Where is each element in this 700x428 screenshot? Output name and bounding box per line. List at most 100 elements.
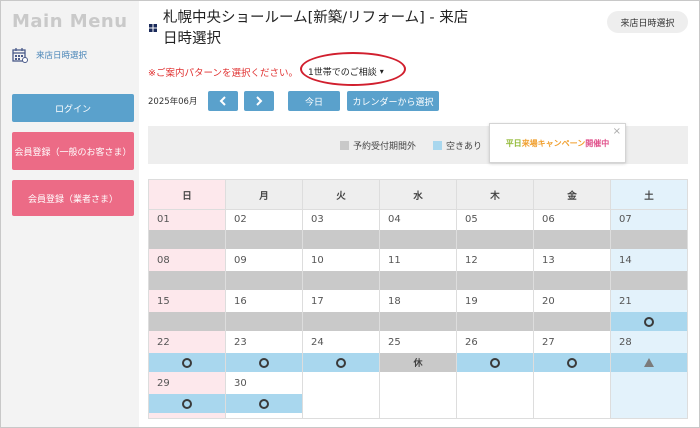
unavailable-slot <box>149 230 225 249</box>
calendar-day-cell: 03 <box>302 209 380 251</box>
unavailable-slot <box>380 271 456 290</box>
calendar-table: 日月火水木金土 01 02 03 04 05 06 07 08 09 10 11 12 13 14 15 16… <box>148 179 688 419</box>
available-slot[interactable] <box>534 353 610 372</box>
calendar-pick-button[interactable]: カレンダーから選択 <box>347 91 439 111</box>
legend-outside-label: 予約受付期間外 <box>353 142 417 152</box>
calendar-day-cell[interactable]: 23 <box>225 333 303 374</box>
available-slot[interactable] <box>149 353 225 372</box>
unavailable-slot <box>457 312 533 331</box>
calendar-day-cell <box>610 374 688 419</box>
calendar-day-cell[interactable]: 27 <box>533 333 611 374</box>
day-number <box>303 374 379 394</box>
calendar-day-cell: 13 <box>533 251 611 292</box>
day-number: 18 <box>388 296 401 307</box>
circle-icon <box>336 357 346 368</box>
day-number: 06 <box>542 214 555 225</box>
calendar-day-cell: 15 <box>148 292 226 333</box>
available-slot[interactable] <box>611 353 687 372</box>
day-number: 03 <box>311 214 324 225</box>
calendar-day-cell[interactable]: 30 <box>225 374 303 419</box>
prev-month-button[interactable] <box>208 91 238 111</box>
sidebar-item-reserve[interactable]: 来店日時選択 <box>12 47 87 63</box>
available-slot[interactable] <box>611 312 687 331</box>
login-button[interactable]: ログイン <box>12 94 134 122</box>
weekday-header: 土 <box>610 179 688 210</box>
weekday-header: 火 <box>302 179 380 210</box>
unavailable-slot <box>611 230 687 249</box>
day-number: 11 <box>388 255 401 266</box>
campaign-popup[interactable]: 平日 来場キャンペーン 開催中 × <box>489 123 626 163</box>
calendar-day-cell[interactable]: 21 <box>610 292 688 333</box>
calendar-day-cell[interactable]: 29 <box>148 374 226 419</box>
circle-icon <box>182 357 192 368</box>
sidebar-title: Main Menu <box>12 11 128 32</box>
unavailable-slot <box>534 271 610 290</box>
weekday-header: 日 <box>148 179 226 210</box>
calendar-day-cell: 11 <box>379 251 457 292</box>
status-badge: 来店日時選択 <box>607 11 688 33</box>
page-title: 札幌中央ショールーム[新築/リフォーム] - 来店日時選択 <box>163 10 469 47</box>
unavailable-slot <box>226 312 302 331</box>
calendar-day-cell: 01 <box>148 209 226 251</box>
calendar-day-cell[interactable]: 22 <box>148 333 226 374</box>
weekday-header: 月 <box>225 179 303 210</box>
business-register-button[interactable]: 会員登録（業者さま） <box>12 180 134 216</box>
today-button[interactable]: 今日 <box>288 91 340 111</box>
calendar-day-cell: 14 <box>610 251 688 292</box>
calendar-week-row: 01 02 03 04 05 06 07 <box>148 209 688 251</box>
calendar-week-row: 22 23 24 25 休 26 27 28 <box>148 333 688 374</box>
calendar-day-cell[interactable]: 28 <box>610 333 688 374</box>
calendar-day-cell: 16 <box>225 292 303 333</box>
unavailable-slot <box>303 230 379 249</box>
campaign-text-main: 来場キャンペーン <box>521 138 586 148</box>
campaign-text-active: 開催中 <box>585 138 610 148</box>
day-number: 29 <box>157 378 170 389</box>
unavailable-slot <box>534 312 610 331</box>
calendar-day-cell[interactable]: 24 <box>302 333 380 374</box>
calendar-day-cell <box>379 374 457 419</box>
day-number: 22 <box>157 337 170 348</box>
calendar-body: 01 02 03 04 05 06 07 08 09 10 11 12 13 14 15 16 17 18 19 20… <box>148 209 688 419</box>
calendar-day-cell: 10 <box>302 251 380 292</box>
member-register-button[interactable]: 会員登録（一般のお客さま） <box>12 132 134 170</box>
calendar-day-cell: 20 <box>533 292 611 333</box>
weekday-header: 金 <box>533 179 611 210</box>
circle-icon <box>644 316 654 327</box>
day-number: 05 <box>465 214 478 225</box>
day-number: 14 <box>619 255 632 266</box>
calendar-day-cell: 17 <box>302 292 380 333</box>
calendar-day-cell: 25 休 <box>379 333 457 374</box>
closed-slot: 休 <box>380 353 456 372</box>
weekday-header: 木 <box>456 179 534 210</box>
unavailable-slot <box>457 271 533 290</box>
chevron-left-icon <box>219 96 226 106</box>
weekday-header: 水 <box>379 179 457 210</box>
calendar-day-cell[interactable]: 26 <box>456 333 534 374</box>
weekday-header-row: 日月火水木金土 <box>148 179 688 210</box>
day-number: 04 <box>388 214 401 225</box>
unavailable-slot <box>611 271 687 290</box>
day-number: 07 <box>619 214 632 225</box>
day-number: 19 <box>465 296 478 307</box>
available-slot[interactable] <box>226 353 302 372</box>
day-number: 12 <box>465 255 478 266</box>
calendar-day-cell: 02 <box>225 209 303 251</box>
next-month-button[interactable] <box>244 91 274 111</box>
available-slot[interactable] <box>226 394 302 413</box>
legend-available: 空きあり <box>433 139 482 152</box>
available-slot[interactable] <box>303 353 379 372</box>
calendar-day-cell: 09 <box>225 251 303 292</box>
close-icon[interactable]: × <box>613 126 621 137</box>
grid-icon <box>149 24 157 32</box>
circle-icon <box>567 357 577 368</box>
available-slot[interactable] <box>149 394 225 413</box>
day-number: 23 <box>234 337 247 348</box>
calendar-day-cell: 07 <box>610 209 688 251</box>
day-number: 30 <box>234 378 247 389</box>
day-number: 17 <box>311 296 324 307</box>
circle-icon <box>490 357 500 368</box>
circle-icon <box>182 398 192 409</box>
day-number: 21 <box>619 296 632 307</box>
available-slot[interactable] <box>457 353 533 372</box>
unavailable-slot <box>226 271 302 290</box>
